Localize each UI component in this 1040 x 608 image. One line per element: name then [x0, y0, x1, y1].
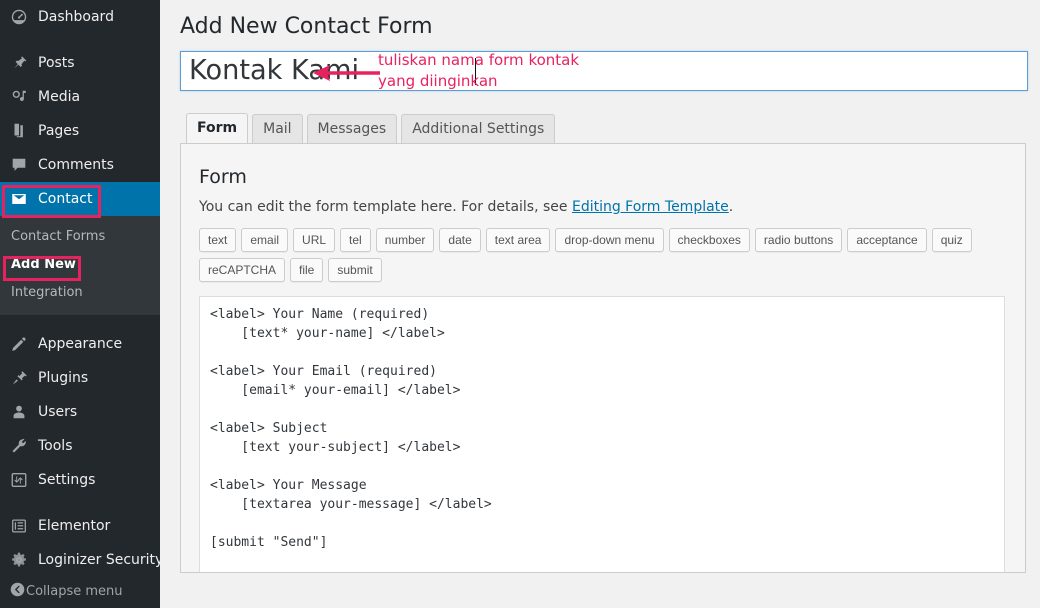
sidebar-item-contact[interactable]: Contact	[0, 182, 160, 216]
sidebar-item-label: Tools	[38, 429, 73, 463]
sidebar-item-label: Appearance	[38, 327, 122, 361]
admin-content: Add New Contact Form Form Mail Messages …	[160, 0, 1040, 608]
sidebar-item-plugins[interactable]: Plugins	[0, 361, 160, 395]
dashboard-icon	[9, 7, 29, 27]
tab-additional-settings[interactable]: Additional Settings	[401, 114, 555, 144]
submenu-item-label: Contact Forms	[11, 229, 105, 244]
envelope-icon	[9, 189, 29, 209]
tag-button-text-area[interactable]: text area	[486, 228, 551, 252]
sidebar-item-posts[interactable]: Posts	[0, 46, 160, 80]
tag-button-drop-down-menu[interactable]: drop-down menu	[555, 228, 663, 252]
submenu-item-label: Integration	[11, 285, 83, 300]
tag-button-email[interactable]: email	[241, 228, 288, 252]
contact-submenu: Contact Forms Add New Integration	[0, 216, 160, 315]
wp-admin-screen: Dashboard Posts Media Pages Commen	[0, 0, 1040, 608]
editing-form-template-link[interactable]: Editing Form Template	[572, 199, 729, 215]
sidebar-item-pages[interactable]: Pages	[0, 114, 160, 148]
comments-icon	[9, 155, 29, 175]
sidebar-item-label: Loginizer Security	[38, 543, 160, 577]
wrench-icon	[9, 436, 29, 456]
sidebar-item-label: Media	[38, 80, 80, 114]
tag-button-checkboxes[interactable]: checkboxes	[669, 228, 750, 252]
sidebar-item-users[interactable]: Users	[0, 395, 160, 429]
brush-icon	[9, 334, 29, 354]
pin-icon	[9, 53, 29, 73]
tag-button-url[interactable]: URL	[293, 228, 335, 252]
tag-button-submit[interactable]: submit	[328, 258, 381, 282]
sidebar-item-label: Settings	[38, 463, 95, 497]
collapse-menu-label: Collapse menu	[26, 584, 123, 599]
sidebar-item-comments[interactable]: Comments	[0, 148, 160, 182]
tab-mail[interactable]: Mail	[252, 114, 302, 144]
sidebar-item-label: Contact	[38, 182, 92, 216]
panel-heading: Form	[199, 166, 1007, 188]
sidebar-item-loginizer-security[interactable]: Loginizer Security	[0, 543, 160, 577]
tab-form[interactable]: Form	[186, 113, 248, 144]
collapse-menu-button[interactable]: Collapse menu	[0, 574, 160, 608]
panel-tabs: Form Mail Messages Additional Settings	[180, 115, 1026, 143]
media-icon	[9, 87, 29, 107]
admin-sidebar: Dashboard Posts Media Pages Commen	[0, 0, 160, 608]
gear-icon	[9, 550, 29, 570]
sliders-icon	[9, 470, 29, 490]
tab-label: Additional Settings	[412, 121, 544, 137]
sidebar-item-label: Users	[38, 395, 77, 429]
sidebar-item-media[interactable]: Media	[0, 80, 160, 114]
annotation-note-line1: tuliskan nama form kontak	[378, 50, 579, 70]
sidebar-item-elementor[interactable]: Elementor	[0, 509, 160, 543]
sidebar-item-label: Comments	[38, 148, 114, 182]
sidebar-item-label: Elementor	[38, 509, 110, 543]
tag-button-acceptance[interactable]: acceptance	[847, 228, 926, 252]
tab-label: Messages	[318, 121, 387, 137]
sidebar-item-dashboard[interactable]: Dashboard	[0, 0, 160, 34]
sidebar-item-label: Pages	[38, 114, 79, 148]
tag-generator-row-1: textemailURLtelnumberdatetext areadrop-d…	[199, 228, 1007, 252]
tag-button-number[interactable]: number	[376, 228, 435, 252]
tag-button-quiz[interactable]: quiz	[932, 228, 972, 252]
sidebar-item-settings[interactable]: Settings	[0, 463, 160, 497]
sidebar-item-tools[interactable]: Tools	[0, 429, 160, 463]
pages-icon	[9, 121, 29, 141]
panel-description-text: You can edit the form template here. For…	[199, 199, 572, 215]
sidebar-separator	[0, 315, 160, 327]
panel-description: You can edit the form template here. For…	[199, 198, 1007, 218]
tag-button-tel[interactable]: tel	[340, 228, 371, 252]
tab-label: Mail	[263, 121, 291, 137]
sidebar-item-label: Posts	[38, 46, 75, 80]
form-template-textarea[interactable]	[199, 296, 1005, 572]
annotation-arrow-icon	[310, 60, 382, 86]
page-title: Add New Contact Form	[180, 0, 1026, 51]
sidebar-item-add-new[interactable]: Add New	[0, 251, 160, 279]
panel-description-suffix: .	[729, 199, 733, 215]
user-icon	[9, 402, 29, 422]
tag-generator-row-2: reCAPTCHAfilesubmit	[199, 258, 1007, 282]
sidebar-item-appearance[interactable]: Appearance	[0, 327, 160, 361]
sidebar-item-contact-forms[interactable]: Contact Forms	[0, 223, 160, 251]
sidebar-separator	[0, 497, 160, 509]
submenu-item-label: Add New	[11, 257, 76, 272]
title-field-wrap	[180, 51, 1026, 91]
tab-messages[interactable]: Messages	[307, 114, 398, 144]
tag-button-radio-buttons[interactable]: radio buttons	[755, 228, 842, 252]
sidebar-item-integration[interactable]: Integration	[0, 279, 160, 307]
annotation-note-line2: yang diinginkan	[378, 71, 498, 91]
plug-icon	[9, 368, 29, 388]
tag-button-text[interactable]: text	[199, 228, 236, 252]
tag-button-file[interactable]: file	[290, 258, 323, 282]
sidebar-item-label: Dashboard	[38, 0, 114, 34]
form-title-input[interactable]	[180, 51, 1028, 91]
tab-label: Form	[197, 120, 237, 136]
tag-button-date[interactable]: date	[439, 228, 480, 252]
tag-button-recaptcha[interactable]: reCAPTCHA	[199, 258, 285, 282]
form-panel: Form You can edit the form template here…	[180, 143, 1026, 573]
elementor-icon	[9, 516, 29, 536]
sidebar-item-label: Plugins	[38, 361, 88, 395]
sidebar-separator	[0, 34, 160, 46]
chevron-left-circle-icon	[9, 581, 26, 602]
